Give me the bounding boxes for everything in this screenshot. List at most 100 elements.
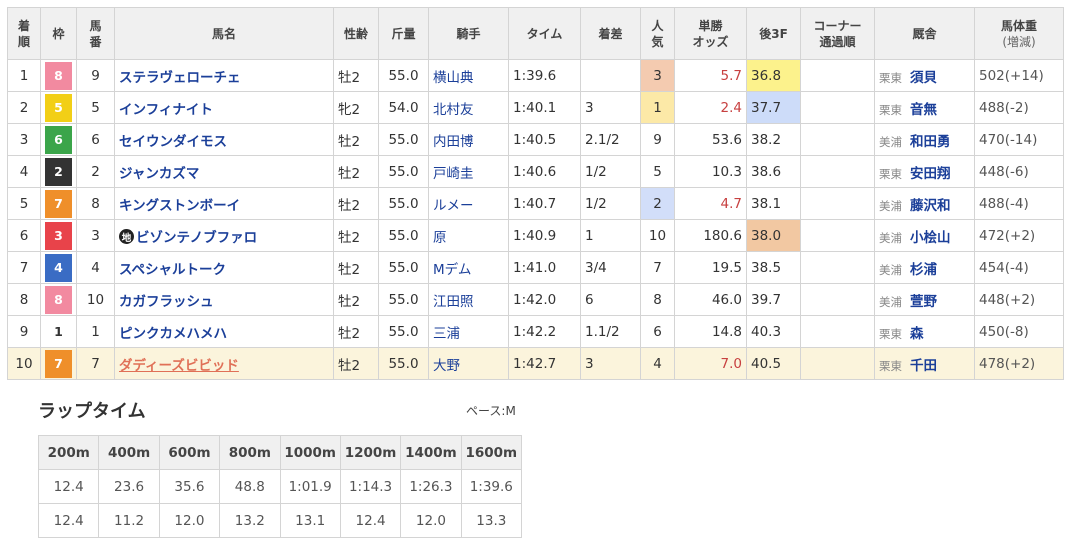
jockey-link[interactable]: 江田照 — [428, 283, 509, 316]
weight-carried-cell: 55.0 — [378, 123, 429, 156]
rank-cell: 7 — [7, 251, 41, 284]
trainer-cell: 美浦 杉浦 — [874, 251, 975, 284]
time-cell: 1:41.0 — [508, 251, 581, 284]
lap-cumulative-cell: 23.6 — [98, 469, 160, 504]
trainer-link[interactable]: 須貝 — [910, 70, 937, 86]
horse-number-cell: 2 — [76, 155, 115, 188]
horse-name-link[interactable]: キングストンボーイ — [114, 187, 334, 220]
col-last3f: 後3F — [746, 7, 801, 60]
jockey-link[interactable]: Mデム — [428, 251, 509, 284]
trainer-cell: 栗東森 — [874, 315, 975, 348]
col-sex-age: 性齢 — [333, 7, 379, 60]
trainer-region: 美浦 — [879, 230, 902, 245]
trainer-link[interactable]: 森 — [910, 326, 924, 342]
frame-badge: 6 — [45, 125, 72, 154]
margin-cell: 1 — [580, 219, 641, 252]
trainer-link[interactable]: 和田勇 — [910, 134, 951, 150]
horse-name-link[interactable]: セイウンダイモス — [114, 123, 334, 156]
corner-cell — [800, 219, 875, 252]
frame-badge: 4 — [45, 253, 72, 282]
lap-split-cell: 12.0 — [158, 503, 221, 538]
jockey-link[interactable]: 横山典 — [428, 59, 509, 92]
last3f-cell: 36.8 — [746, 59, 801, 92]
jockey-link[interactable]: 北村友 — [428, 91, 509, 124]
lap-time-title: ラップタイム — [38, 401, 146, 422]
horse-name-link[interactable]: ステラヴェローチェ — [114, 59, 334, 92]
jockey-link[interactable]: ルメー — [428, 187, 509, 220]
trainer-cell: 美浦 藤沢和 — [874, 187, 975, 220]
col-number: 馬番 — [76, 7, 115, 60]
weight-carried-cell: 54.0 — [378, 91, 429, 124]
time-cell: 1:40.7 — [508, 187, 581, 220]
jockey-link[interactable]: 三浦 — [428, 315, 509, 348]
sex-age-cell: 牡2 — [333, 251, 379, 284]
corner-cell — [800, 251, 875, 284]
rank-cell: 5 — [7, 187, 41, 220]
trainer-region: 栗東 — [879, 166, 902, 181]
odds-cell: 10.3 — [674, 155, 747, 188]
lap-distance-header: 1200m — [339, 435, 402, 470]
col-horse: 馬名 — [114, 7, 334, 60]
jockey-link[interactable]: 原 — [428, 219, 509, 252]
frame-badge: 8 — [45, 61, 72, 90]
body-weight-cell: 454(-4) — [974, 251, 1064, 284]
table-row: 1 8 9 ステラヴェローチェ 牡2 55.0 横山典 1:39.6 3 5.7 36.8 栗東 須貝 5… — [7, 59, 1064, 92]
frame-badge: 7 — [45, 349, 72, 378]
lap-header-row: 200m 400m 600m 800m 1000m 1200m 1400m 1600m — [37, 435, 523, 470]
horse-name: ピンクカメハメハ — [119, 325, 227, 342]
trainer-link[interactable]: 小桧山 — [910, 230, 951, 246]
horse-number-cell: 1 — [76, 315, 115, 348]
popularity-cell: 6 — [640, 315, 675, 348]
jockey-link[interactable]: 大野 — [428, 347, 509, 380]
trainer-link[interactable]: 音無 — [910, 102, 937, 118]
trainer-cell: 栗東 須貝 — [874, 59, 975, 92]
trainer-link[interactable]: 萱野 — [910, 294, 937, 310]
rank-cell: 4 — [7, 155, 41, 188]
frame-cell: 2 — [40, 155, 77, 188]
lap-distance-header: 200m — [37, 435, 100, 470]
popularity-cell: 2 — [640, 187, 675, 220]
lap-cumulative-cell: 35.6 — [158, 469, 221, 504]
horse-number-cell: 8 — [76, 187, 115, 220]
trainer-link[interactable]: 藤沢和 — [910, 198, 951, 214]
frame-cell: 1 — [40, 315, 77, 348]
horse-name: スペシャルトーク — [119, 261, 227, 278]
horse-name-link[interactable]: ピンクカメハメハ — [114, 315, 334, 348]
horse-number-cell: 5 — [76, 91, 115, 124]
trainer-link[interactable]: 安田翔 — [910, 166, 951, 182]
trainer-link[interactable]: 千田 — [910, 358, 937, 374]
lap-split-row: 12.4 11.2 12.0 13.2 13.1 12.4 12.0 13.3 — [37, 503, 523, 538]
horse-name-link[interactable]: ダディーズビビッド — [114, 347, 334, 380]
horse-name-link[interactable]: ジャンカズマ — [114, 155, 334, 188]
horse-name-link[interactable]: スペシャルトーク — [114, 251, 334, 284]
margin-cell: 1/2 — [580, 187, 641, 220]
frame-cell: 7 — [40, 347, 77, 380]
trainer-link[interactable]: 杉浦 — [910, 262, 937, 278]
table-row: 10 7 7 ダディーズビビッド 牡2 55.0 大野 1:42.7 3 4 7.0 40.5 栗東 千田… — [7, 347, 1064, 380]
horse-name: ジャンカズマ — [119, 165, 200, 182]
jockey-link[interactable]: 戸崎圭 — [428, 155, 509, 188]
lap-split-cell: 13.1 — [279, 503, 341, 538]
horse-name-link[interactable]: 地ビゾンテノブファロ — [114, 219, 334, 252]
time-cell: 1:40.5 — [508, 123, 581, 156]
weight-carried-cell: 55.0 — [378, 315, 429, 348]
body-weight-cell: 488(-2) — [974, 91, 1064, 124]
horse-name-link[interactable]: インフィナイト — [114, 91, 334, 124]
trainer-region: 栗東 — [879, 70, 902, 85]
local-horse-icon: 地 — [119, 229, 134, 244]
horse-name-link[interactable]: カガフラッシュ — [114, 283, 334, 316]
popularity-cell: 1 — [640, 91, 675, 124]
horse-number-cell: 7 — [76, 347, 115, 380]
odds-cell: 46.0 — [674, 283, 747, 316]
horse-name: セイウンダイモス — [119, 133, 227, 150]
trainer-cell: 栗東 千田 — [874, 347, 975, 380]
time-cell: 1:42.7 — [508, 347, 581, 380]
col-corner: コーナー 通過順 — [800, 7, 875, 60]
margin-cell — [580, 59, 641, 92]
horse-number-cell: 9 — [76, 59, 115, 92]
col-margin: 着差 — [580, 7, 641, 60]
rank-cell: 3 — [7, 123, 41, 156]
col-rank: 着順 — [7, 7, 41, 60]
jockey-link[interactable]: 内田博 — [428, 123, 509, 156]
margin-cell: 6 — [580, 283, 641, 316]
